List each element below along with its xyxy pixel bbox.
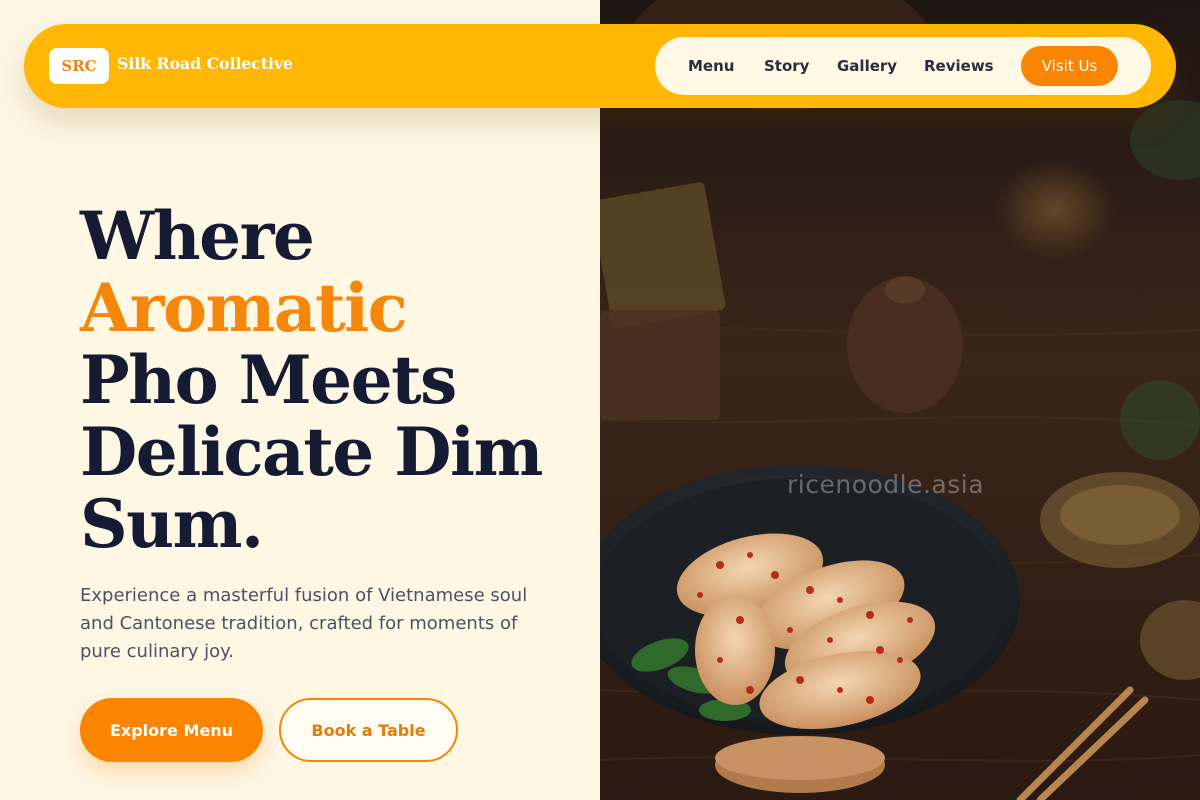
- navbar: SRC Silk Road Collective Menu Story Gall…: [24, 24, 1176, 108]
- hero-subtext: Experience a masterful fusion of Vietnam…: [80, 585, 528, 662]
- nav-menu: Menu Story Gallery Reviews Visit Us: [655, 37, 1151, 95]
- nav-link-menu[interactable]: Menu: [688, 57, 734, 75]
- book-table-button[interactable]: Book a Table: [279, 698, 458, 762]
- visit-us-button[interactable]: Visit Us: [1021, 46, 1118, 86]
- headline-line-1: Where: [80, 197, 315, 275]
- hero-image: ricenoodle.asia: [600, 0, 1200, 800]
- brand-name[interactable]: Silk Road Collective: [117, 54, 293, 73]
- logo-badge[interactable]: SRC: [49, 48, 109, 84]
- nav-link-story[interactable]: Story: [764, 57, 809, 75]
- nav-link-gallery[interactable]: Gallery: [837, 57, 897, 75]
- headline-accent: Aromatic: [80, 269, 408, 347]
- image-watermark: ricenoodle.asia: [787, 470, 985, 499]
- explore-menu-button[interactable]: Explore Menu: [80, 698, 263, 762]
- headline-line-3: Pho Meets: [80, 341, 457, 419]
- headline-line-4: Delicate Dim: [80, 413, 543, 491]
- nav-link-reviews[interactable]: Reviews: [924, 57, 994, 75]
- headline-line-5: Sum.: [80, 485, 264, 563]
- dumplings-bowl-photo: [600, 0, 1200, 800]
- hero-headline: Where Aromatic Pho Meets Delicate Dim Su…: [80, 200, 580, 560]
